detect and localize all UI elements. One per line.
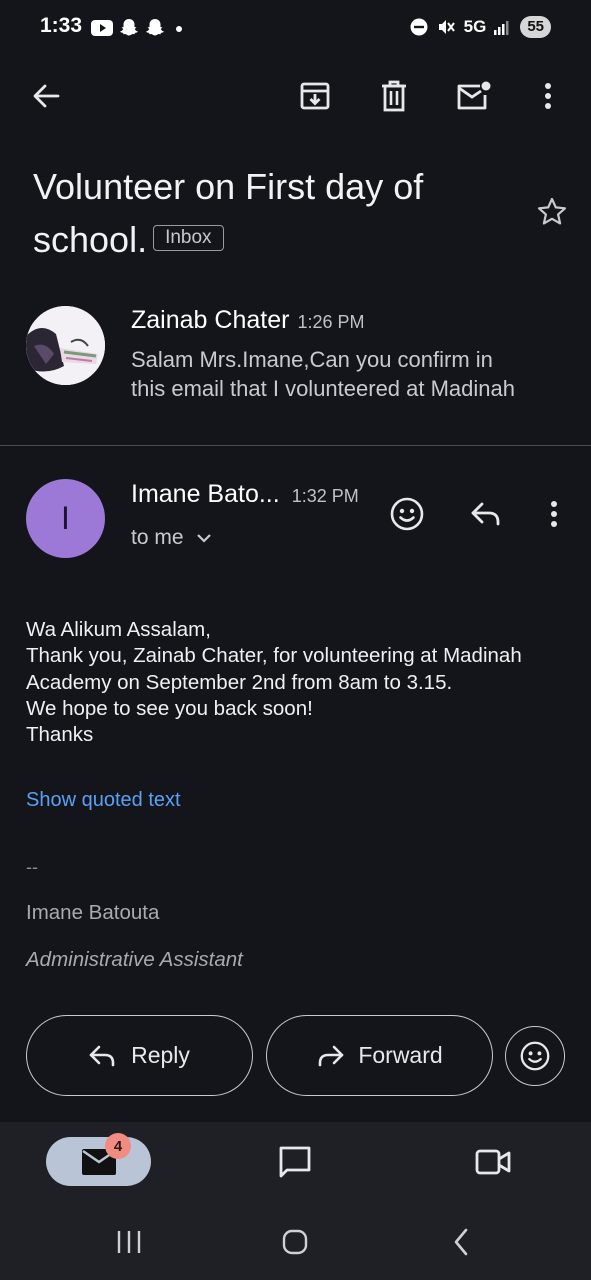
network-type: 5G [463,17,487,36]
react-button[interactable] [505,1026,565,1086]
star-button[interactable] [532,193,572,231]
unread-badge: 4 [105,1133,131,1159]
message-body: Wa Alikum Assalam, Thank you, Zainab Cha… [26,617,576,748]
battery-indicator: 55 [520,16,551,38]
avatar [26,306,105,385]
recipient-toggle[interactable]: to me [131,526,212,550]
status-time: 1:33 [40,14,83,37]
archive-icon [300,82,330,110]
message-snippet: Salam Mrs.Imane,Can you confirm in this … [131,345,581,403]
body-line: Wa Alikum Assalam, [26,618,211,641]
recent-apps-icon [117,1231,141,1253]
nav-chat[interactable] [272,1140,318,1184]
home-button[interactable] [274,1222,316,1262]
star-icon [537,197,567,225]
system-back-button[interactable] [441,1222,481,1262]
delete-icon [382,80,406,112]
sender-name: Imane Bato... [131,480,280,508]
more-vert-icon [551,501,557,527]
message-collapsed[interactable]: Zainab Chater 1:26 PM Salam Mrs.Imane,Can… [0,290,591,430]
nav-mail[interactable] [46,1137,151,1186]
email-view: 1:33 5G 55 Volunteer on First day of sch… [0,0,591,1280]
body-line: Thank you, Zainab Chater, for volunteeri… [26,644,522,668]
sender-row: Imane Bato... 1:32 PM [131,480,359,509]
reply-icon [471,502,500,526]
body-line: We hope to see you back soon! [26,696,313,720]
nav-meet[interactable] [470,1140,516,1184]
add-reaction-button[interactable] [386,493,428,535]
back-arrow-icon [33,84,60,108]
forward-label: Forward [358,1042,443,1068]
meet-icon [475,1149,511,1175]
divider [0,445,591,446]
chevron-down-icon [196,534,211,543]
sender-name: Zainab Chater [131,306,290,334]
reply-button[interactable]: Reply [26,1015,253,1096]
do-not-disturb-icon [410,18,428,36]
more-options-button[interactable] [528,76,568,116]
inbox-label[interactable]: Inbox [153,225,224,252]
body-line: Thanks [26,723,94,747]
dot-icon [176,26,182,32]
status-right-icons: 5G 55 [410,16,551,38]
forward-button[interactable]: Forward [266,1015,493,1096]
emoji-icon [520,1041,550,1071]
delete-button[interactable] [374,76,414,116]
chat-icon [279,1146,311,1178]
show-quoted-text-link[interactable]: Show quoted text [26,789,181,812]
message-time: 1:26 PM [297,312,365,332]
signature-name: Imane Batouta [26,901,160,924]
archive-button[interactable] [295,76,335,116]
avatar[interactable]: I [26,479,105,558]
subject-text: Volunteer on First day of school. [33,166,424,260]
body-line: Academy on September 2nd from 8am to 3.1… [26,670,453,694]
emoji-icon [390,497,424,531]
home-icon [282,1229,308,1255]
signal-icon [494,21,509,35]
forward-icon [319,1045,344,1066]
mark-unread-button[interactable] [452,76,494,116]
mark-unread-icon [457,81,491,110]
recipient-text: to me [131,526,184,549]
message-time: 1:32 PM [291,486,359,506]
status-left-icons [91,18,187,38]
email-subject: Volunteer on First day of school. Inbox [33,160,503,266]
profile-photo [26,306,105,385]
reply-icon [89,1045,115,1066]
message-more-button[interactable] [536,495,572,533]
snapchat-icon [146,19,164,36]
avatar-letter: I [61,500,70,536]
youtube-icon [91,20,113,36]
back-button[interactable] [26,76,66,116]
chevron-left-icon [454,1228,468,1256]
signature-title: Administrative Assistant [26,948,243,971]
signature-separator: -- [26,857,38,877]
snapchat-icon [120,19,138,36]
recent-apps-button[interactable] [108,1222,150,1262]
sender-row: Zainab Chater 1:26 PM [131,306,364,335]
reply-label: Reply [131,1042,190,1068]
snippet-line: Salam Mrs.Imane,Can you confirm in [131,347,493,372]
more-vert-icon [545,83,551,109]
snippet-line: this email that I volunteered at Madinah [131,376,516,401]
mute-icon [438,20,455,34]
reply-icon-button[interactable] [466,495,506,533]
